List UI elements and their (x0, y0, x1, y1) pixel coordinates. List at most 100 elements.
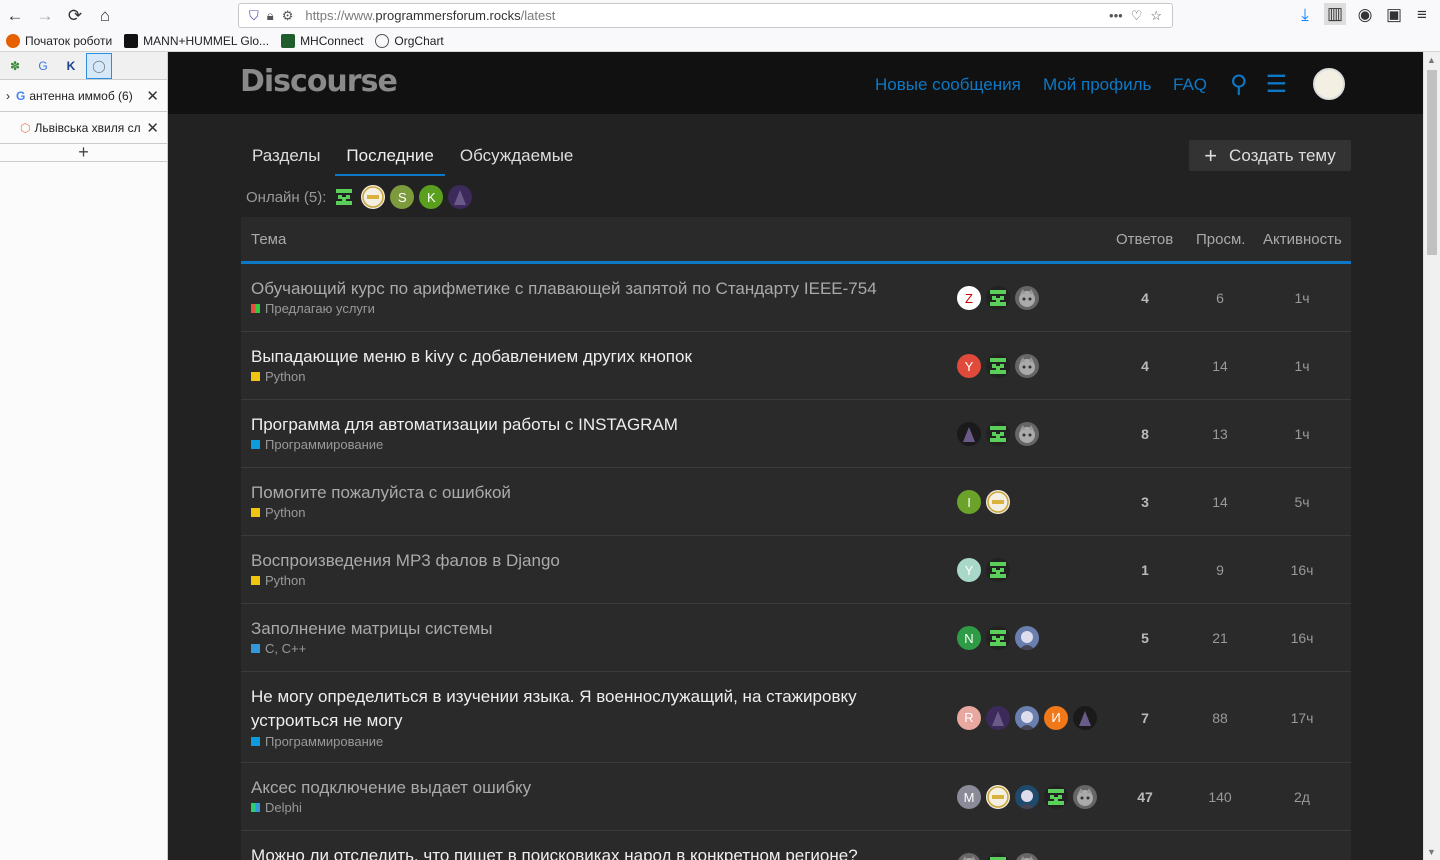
close-icon[interactable]: ✕ (146, 87, 159, 105)
tabs-icon[interactable]: ◯ (86, 52, 112, 79)
pixel-avatar-icon[interactable] (986, 558, 1010, 582)
topic-row[interactable]: Аксес подключение выдает ошибку Delphi M 47… (241, 763, 1351, 831)
category-badge[interactable]: Программирование (251, 437, 383, 452)
header-topic[interactable]: Тема (251, 231, 286, 248)
topic-title[interactable]: Можно ли отследить, что пишет в поискови… (251, 844, 891, 860)
cat-avatar-icon[interactable] (1073, 785, 1097, 809)
permissions-icon[interactable]: ⚙ (282, 8, 294, 24)
avatar[interactable]: Y (957, 354, 981, 378)
scroll-down-icon[interactable]: ▼ (1427, 847, 1436, 857)
pocket-icon[interactable]: ♡ (1131, 8, 1143, 24)
category-badge[interactable]: Python (251, 573, 305, 588)
topic-title[interactable]: Помогите пожалуйста с ошибкой (251, 481, 891, 505)
chevron-right-icon[interactable]: › (6, 89, 10, 103)
wix-avatar-icon[interactable] (986, 785, 1010, 809)
wix-avatar-icon[interactable] (986, 490, 1010, 514)
wix-avatar-icon[interactable] (361, 185, 386, 209)
topic-row[interactable]: Помогите пожалуйста с ошибкой Python I 3 14 5… (241, 468, 1351, 536)
avatar[interactable]: N (957, 626, 981, 650)
close-icon[interactable]: ✕ (146, 119, 159, 137)
dark-avatar-icon[interactable] (986, 705, 1010, 730)
extension-puzzle-icon[interactable]: ✽ (2, 53, 28, 79)
cat-avatar-icon[interactable] (1015, 422, 1039, 446)
shield-icon[interactable]: ⛉ (249, 8, 259, 24)
category-badge[interactable]: Python (251, 505, 305, 520)
back-icon[interactable]: ← (4, 5, 26, 27)
lock-icon[interactable]: 🔒︎ (267, 8, 274, 24)
k-icon[interactable]: K (58, 53, 84, 79)
avatar[interactable]: S (390, 185, 415, 209)
avatar[interactable]: R (957, 705, 981, 730)
url-bar[interactable]: ⛉ 🔒︎ ⚙ https://www.programmersforum.rock… (238, 3, 1173, 28)
pixel-avatar-icon[interactable] (986, 286, 1010, 310)
activity-time[interactable]: 2д (1272, 789, 1332, 805)
topic-title[interactable]: Не могу определиться в изучении языка. Я… (251, 685, 891, 733)
avatar[interactable]: K (419, 185, 444, 209)
cat-avatar-icon[interactable] (957, 853, 981, 860)
activity-time[interactable]: 17ч (1272, 710, 1332, 726)
category-badge[interactable]: Программирование (251, 734, 383, 749)
reload-icon[interactable]: ⟳ (64, 5, 86, 27)
activity-time[interactable]: 5ч (1272, 494, 1332, 510)
topic-row[interactable]: Не могу определиться в изучении языка. Я… (241, 672, 1351, 763)
topic-row[interactable]: Можно ли отследить, что пишет в поискови… (241, 831, 1351, 860)
bookmark-item[interactable]: Початок роботи (6, 34, 112, 48)
search-icon[interactable]: ⚲ (1230, 70, 1248, 99)
url-text[interactable]: https://www.programmersforum.rocks/lates… (305, 8, 1105, 23)
header-views[interactable]: Просм. (1196, 231, 1245, 248)
category-badge[interactable]: C, C++ (251, 641, 306, 656)
activity-time[interactable]: 1ч (1272, 358, 1332, 374)
dark-avatar-icon[interactable] (957, 422, 981, 446)
topic-row[interactable]: Заполнение матрицы системы C, C++ N 5 21 16ч (241, 604, 1351, 672)
user-avatar[interactable] (1313, 68, 1345, 100)
topic-row[interactable]: Программа для автоматизации работы с INS… (241, 400, 1351, 468)
nav-my-profile[interactable]: Мой профиль (1043, 75, 1151, 95)
page-actions-icon[interactable]: ••• (1109, 8, 1123, 23)
topic-title[interactable]: Аксес подключение выдает ошибку (251, 776, 891, 800)
nav-new-posts[interactable]: Новые сообщения (875, 75, 1021, 95)
tab-top[interactable]: Обсуждаемые (449, 139, 585, 176)
activity-time[interactable]: 1ч (1272, 426, 1332, 442)
site-logo[interactable]: Discourse (240, 64, 398, 99)
anime-avatar-icon[interactable] (1015, 626, 1039, 650)
pixel-avatar-icon[interactable] (986, 422, 1010, 446)
anime-avatar-icon[interactable] (1015, 705, 1039, 730)
create-topic-button[interactable]: + Создать тему (1189, 140, 1351, 171)
nav-faq[interactable]: FAQ (1173, 75, 1207, 95)
pixel-avatar-icon[interactable] (986, 354, 1010, 378)
avatar[interactable]: Z (957, 286, 981, 310)
topic-row[interactable]: Выпадающие меню в kivy с добавлением дру… (241, 332, 1351, 400)
avatar[interactable]: И (1044, 705, 1068, 730)
anime-avatar-icon[interactable] (1015, 785, 1039, 809)
topic-title[interactable]: Воспроизведения MP3 фалов в Django (251, 549, 891, 573)
bookmark-item[interactable]: MANN+HUMMEL Glo... (124, 34, 269, 48)
sidebar-tab[interactable]: ⬡ Львівська хвиля сл ✕ (0, 112, 167, 144)
extension-icon[interactable]: ▣ (1383, 4, 1405, 26)
cat-avatar-icon[interactable] (1015, 354, 1039, 378)
category-badge[interactable]: Delphi (251, 800, 302, 815)
header-activity[interactable]: Активность (1263, 231, 1342, 248)
topic-title[interactable]: Выпадающие меню в kivy с добавлением дру… (251, 345, 891, 369)
topic-row[interactable]: Обучающий курс по арифметике с плавающей… (241, 264, 1351, 332)
pixel-avatar-icon[interactable] (986, 626, 1010, 650)
pixel-avatar-icon[interactable] (1044, 785, 1068, 809)
scroll-thumb[interactable] (1427, 70, 1437, 255)
pixel-avatar-icon[interactable] (986, 853, 1010, 860)
avatar[interactable]: I (957, 490, 981, 514)
vertical-scrollbar[interactable]: ▲ ▼ (1423, 52, 1440, 860)
translate-icon[interactable]: G (30, 53, 56, 79)
cat-avatar-icon[interactable] (1015, 286, 1039, 310)
bookmark-item[interactable]: OrgChart (375, 34, 444, 48)
topic-title[interactable]: Обучающий курс по арифметике с плавающей… (251, 277, 891, 301)
forward-icon[interactable]: → (34, 5, 56, 27)
topic-title[interactable]: Программа для автоматизации работы с INS… (251, 413, 891, 437)
avatar[interactable]: Y (957, 558, 981, 582)
activity-time[interactable]: 16ч (1272, 562, 1332, 578)
tab-categories[interactable]: Разделы (241, 139, 331, 176)
category-badge[interactable]: Python (251, 369, 305, 384)
dark-avatar-icon[interactable] (1073, 705, 1097, 730)
sidebar-tab[interactable]: › G антенна иммоб (6) ✕ (0, 80, 167, 112)
scroll-up-icon[interactable]: ▲ (1427, 55, 1436, 65)
hamburger-icon[interactable]: ☰ (1266, 70, 1288, 99)
dark-avatar-icon[interactable] (448, 185, 473, 209)
